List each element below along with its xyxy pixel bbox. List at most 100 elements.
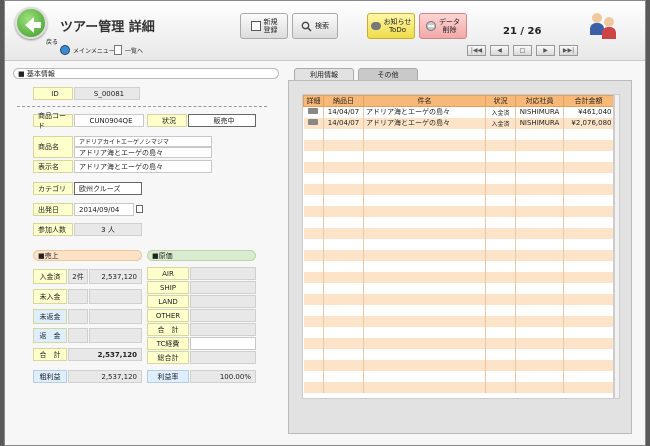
cost-row-label: OTHER: [147, 309, 189, 322]
cost-row-value: [190, 351, 256, 364]
cost-row-label: LAND: [147, 295, 189, 308]
next-icon: ▶: [543, 47, 548, 54]
app-window: 戻る ツアー管理 詳細 メインメニュー 一覧へ 新規 登録 検索 お知らせ To…: [4, 0, 646, 446]
basic-info-header: ■ 基本情報: [13, 68, 279, 79]
column-header[interactable]: 納品日: [323, 95, 364, 107]
participants-value: 3 人: [74, 223, 142, 236]
table-row: [303, 381, 613, 393]
next-record-button[interactable]: ▶: [536, 45, 555, 56]
column-header[interactable]: 合計金額: [563, 95, 613, 107]
table-row: [303, 183, 613, 195]
departure-label: 出発日: [33, 203, 73, 216]
column-header[interactable]: 件名: [363, 95, 486, 107]
cell-subject: アドリア海とエーゲの島々: [363, 117, 486, 129]
table-scrollbar[interactable]: [614, 94, 620, 399]
table-row[interactable]: 14/04/07 アドリア海とエーゲの島々 入金済 NISHIMURA ¥2,0…: [303, 117, 613, 129]
first-record-button[interactable]: |◀◀: [467, 45, 486, 56]
cost-row-value: [190, 295, 256, 308]
product-name-field[interactable]: アドリア海とエーゲの島々: [74, 147, 212, 158]
square-icon: □: [519, 47, 526, 54]
last-icon: ▶▶|: [562, 47, 575, 54]
list-link[interactable]: 一覧へ: [114, 45, 143, 55]
category-select[interactable]: 欧州クルーズ: [74, 182, 142, 195]
display-name-field[interactable]: アドリア海とエーゲの島々: [74, 160, 212, 173]
record-counter: 21 / 26: [503, 26, 542, 37]
participants-label: 参加人数: [33, 223, 73, 236]
column-header[interactable]: 詳細: [303, 95, 324, 107]
sales-row-label: 未返金: [33, 309, 67, 324]
table-row: [303, 359, 613, 371]
cost-row-value: [190, 267, 256, 280]
cost-row-value: [190, 309, 256, 322]
header-bar: 戻る ツアー管理 詳細 メインメニュー 一覧へ 新規 登録 検索 お知らせ To…: [5, 1, 645, 61]
sales-row-label: 返 金: [33, 328, 67, 343]
cost-row-value[interactable]: [190, 337, 256, 350]
document-icon: [114, 45, 122, 55]
margin-rate-value: 100.00%: [190, 370, 256, 383]
divider: [17, 106, 267, 107]
cost-row-value: [190, 281, 256, 294]
sales-row-count: [68, 328, 88, 343]
table-row: [303, 205, 613, 217]
first-icon: |◀◀: [470, 47, 483, 54]
gross-profit-label: 粗利益: [33, 370, 67, 383]
table-row: [303, 326, 613, 338]
sales-row-count: [68, 289, 88, 304]
sales-row-amount: [89, 309, 142, 324]
no-entry-icon: [426, 21, 436, 31]
back-button[interactable]: [15, 7, 47, 39]
search-button[interactable]: 検索: [292, 13, 338, 39]
table-row: [303, 139, 613, 151]
product-name-label: 商品名: [33, 136, 73, 158]
folder-icon[interactable]: [308, 119, 319, 125]
cost-row-label: 総合計: [147, 351, 189, 364]
product-code-field[interactable]: CUN0904QE: [74, 114, 144, 127]
delete-label: データ 削除: [439, 18, 460, 34]
new-record-label: 新規 登録: [263, 18, 278, 34]
folder-icon[interactable]: [308, 108, 319, 115]
column-header[interactable]: 対応社員: [515, 95, 564, 107]
table-header-row: 詳細 納品日 件名 状況 対応社員 合計金額: [303, 95, 613, 107]
table-row: [303, 304, 613, 316]
table-row: [303, 282, 613, 294]
cell-date: 14/04/07: [323, 106, 364, 118]
product-name-kana-field[interactable]: アドリアカイトエーゲノシマジマ: [74, 136, 212, 147]
prev-record-button[interactable]: ◀: [490, 45, 509, 56]
cost-row-label: AIR: [147, 267, 189, 280]
notice-todo-button[interactable]: お知らせ ToDo: [367, 13, 415, 39]
new-record-button[interactable]: 新規 登録: [240, 13, 288, 39]
last-record-button[interactable]: ▶▶|: [559, 45, 578, 56]
calendar-icon[interactable]: [136, 205, 143, 213]
cost-section-header: ■原価: [147, 250, 256, 261]
table-row[interactable]: 14/04/07 アドリア海とエーゲの島々 入金済 NISHIMURA ¥461…: [303, 106, 613, 118]
status-select[interactable]: 販売中: [188, 114, 256, 127]
main-menu-link[interactable]: メインメニュー: [60, 45, 115, 55]
display-name-label: 表示名: [33, 160, 73, 173]
cost-row-label: 合 計: [147, 323, 189, 336]
table-row: [303, 315, 613, 327]
prev-icon: ◀: [497, 47, 502, 54]
id-value: S_00081: [74, 87, 140, 100]
table-row: [303, 293, 613, 305]
search-icon: [301, 21, 312, 32]
sales-section-header: ■売上: [33, 250, 142, 261]
id-label: ID: [33, 87, 73, 100]
sales-row-amount: [89, 328, 142, 343]
departure-date-field[interactable]: 2014/09/04: [74, 203, 134, 216]
sales-total-value: 2,537,120: [68, 348, 142, 361]
table-row: [303, 238, 613, 250]
cell-date: 14/04/07: [323, 117, 364, 129]
current-record-button[interactable]: □: [513, 45, 532, 56]
table-row: [303, 370, 613, 382]
cell-staff: NISHIMURA: [515, 106, 564, 118]
users-icon: [590, 11, 620, 41]
edit-icon: [250, 21, 261, 31]
category-label: カテゴリ: [33, 182, 73, 195]
table-row: [303, 194, 613, 206]
table-row: [303, 216, 613, 228]
table-row: [303, 337, 613, 349]
cell-status: 入金済: [485, 106, 516, 118]
delete-record-button[interactable]: データ 削除: [419, 13, 467, 39]
product-code-label: 商品コード: [33, 112, 73, 130]
column-header[interactable]: 状況: [485, 95, 516, 107]
